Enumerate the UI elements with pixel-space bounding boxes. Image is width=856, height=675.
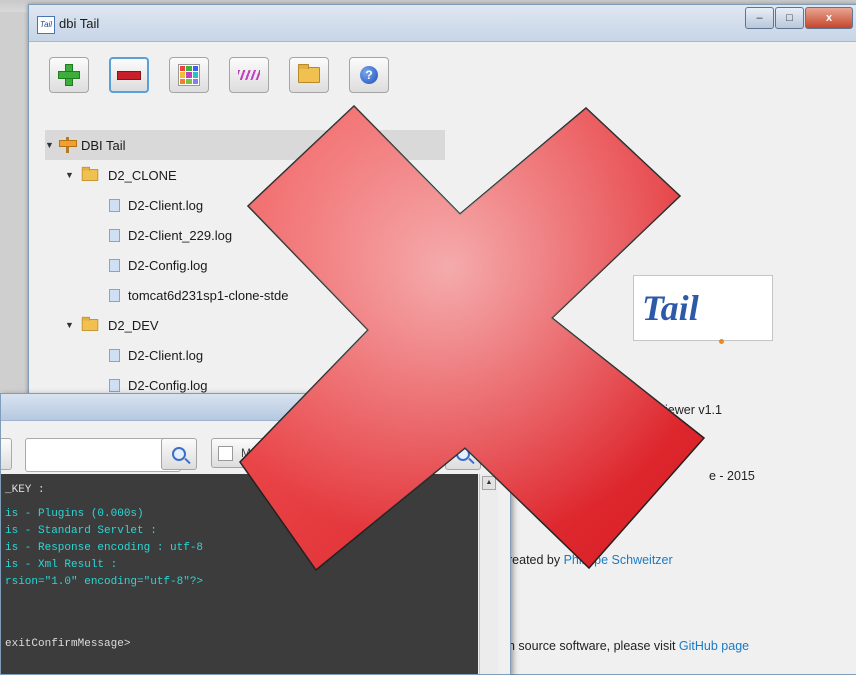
help-button[interactable]: ?: [349, 57, 389, 93]
tree-file[interactable]: tomcat6d231sp1-clone-stde: [45, 280, 445, 310]
author-link[interactable]: Philippe Schweitzer: [564, 553, 673, 567]
maximize-button[interactable]: □: [431, 397, 457, 416]
console-scrollbar[interactable]: ▲: [479, 474, 498, 674]
log-file-icon: [109, 288, 120, 302]
pattern-button[interactable]: [229, 57, 269, 93]
dbi-tail-logo: Tail: [633, 275, 773, 341]
about-version: iewer v1.1: [665, 403, 722, 417]
log-file-icon: [109, 198, 120, 212]
search-marker-icon: [402, 447, 416, 461]
folder-icon: [81, 316, 99, 331]
console-line: _KEY :: [5, 484, 45, 496]
console-line: is - Response encoding : utf-8: [5, 542, 204, 554]
folder-icon: [81, 166, 99, 181]
log-console[interactable]: _KEY : is - Plugins (0.000s) is - Standa…: [1, 474, 478, 674]
log-file-icon: [109, 348, 120, 362]
tree-file-label: D2-Client.log: [128, 347, 204, 363]
tree-folder-d2-dev[interactable]: ▼ D2_DEV: [45, 310, 445, 340]
expand-arrow-icon[interactable]: ▼: [45, 140, 59, 150]
add-log-button[interactable]: [49, 57, 89, 93]
tree-file-label: D2-Client.log: [128, 197, 204, 213]
expand-arrow-icon[interactable]: ▼: [65, 170, 79, 180]
green-plus-icon: [58, 64, 80, 86]
search-icon: [172, 447, 186, 461]
log-viewer-title-bar[interactable]: – □ x: [1, 394, 510, 421]
red-minus-icon: [117, 70, 141, 80]
close-button[interactable]: x: [458, 397, 500, 416]
log-viewer-toolbar: Match Case: [1, 428, 510, 472]
tree-file[interactable]: D2-Config.log: [45, 250, 445, 280]
match-case-label: Match Case: [241, 446, 306, 460]
console-line: is - Plugins (0.000s): [5, 508, 144, 520]
search-previous-icon: [346, 447, 360, 461]
tree-file[interactable]: D2-Client_229.log: [45, 220, 445, 250]
remove-log-button[interactable]: [109, 57, 149, 93]
open-folder-button[interactable]: [289, 57, 329, 93]
tree-file-label: D2-Client_229.log: [128, 227, 233, 243]
open-source-text: n source software, please visit: [508, 639, 679, 653]
log-file-icon: [109, 258, 120, 272]
search-button[interactable]: [161, 438, 197, 470]
logo-dot: [719, 339, 724, 344]
close-button[interactable]: x: [805, 7, 853, 29]
log-tree: ▼ DBI Tail ▼ D2_CLONE D2-Client.log D2-C…: [45, 130, 445, 400]
folder-icon: [298, 64, 320, 83]
tree-file[interactable]: D2-Client.log: [45, 190, 445, 220]
tree-file-label: D2-Config.log: [128, 257, 208, 273]
match-case-toggle[interactable]: Match Case: [211, 438, 321, 468]
about-created-by: reated by Philippe Schweitzer: [508, 553, 673, 567]
stripes-icon: [238, 70, 260, 80]
tree-folder-d2-clone[interactable]: ▼ D2_CLONE: [45, 160, 445, 190]
help-icon: ?: [360, 66, 378, 84]
search-next-button[interactable]: [445, 438, 481, 470]
tree-file-label: tomcat6d231sp1-clone-stde: [128, 287, 289, 303]
tree-folder-label: D2_CLONE: [108, 167, 177, 183]
minimize-button[interactable]: –: [745, 7, 774, 29]
github-link[interactable]: GitHub page: [679, 639, 749, 653]
log-viewer-window: – □ x Match Case _KEY : is - Plugins (0.…: [0, 393, 511, 675]
tree-root[interactable]: ▼ DBI Tail: [45, 130, 445, 160]
expand-arrow-icon[interactable]: ▼: [65, 320, 79, 330]
tree-root-label: DBI Tail: [81, 137, 126, 153]
scroll-up-icon[interactable]: ▲: [482, 476, 496, 490]
window-controls: – □ x: [744, 7, 853, 29]
title-bar[interactable]: Tail dbi Tail – □ x: [29, 5, 856, 42]
log-file-icon: [109, 378, 120, 392]
toolbar: ?: [49, 57, 409, 93]
app-icon: Tail: [37, 16, 55, 34]
about-copyright: e - 2015: [709, 469, 755, 483]
created-by-text: reated by: [508, 553, 564, 567]
search-input[interactable]: [25, 438, 181, 472]
colors-button[interactable]: [169, 57, 209, 93]
tree-file-label: D2-Config.log: [128, 377, 208, 393]
console-line: is - Standard Servlet :: [5, 525, 157, 537]
search-marker-button[interactable]: [391, 438, 427, 470]
color-grid-icon: [178, 64, 200, 86]
console-line: is - Xml Result :: [5, 559, 118, 571]
signpost-icon: [59, 137, 77, 153]
match-case-checkbox[interactable]: [218, 445, 233, 461]
console-line: rsion="1.0" encoding="utf-8"?>: [5, 576, 204, 588]
search-previous-button[interactable]: [335, 438, 371, 470]
about-open-source: n source software, please visit GitHub p…: [508, 639, 749, 653]
search-next-icon: [456, 447, 470, 461]
minimize-button[interactable]: –: [404, 397, 430, 416]
tree-folder-label: D2_DEV: [108, 317, 159, 333]
window-title: dbi Tail: [59, 16, 100, 31]
tree-file[interactable]: D2-Client.log: [45, 340, 445, 370]
toolbar-button-partial[interactable]: [1, 438, 12, 470]
console-line: exitConfirmMessage>: [5, 638, 131, 650]
log-file-icon: [109, 228, 120, 242]
window-controls: – □ x: [403, 397, 500, 416]
maximize-button[interactable]: □: [775, 7, 804, 29]
